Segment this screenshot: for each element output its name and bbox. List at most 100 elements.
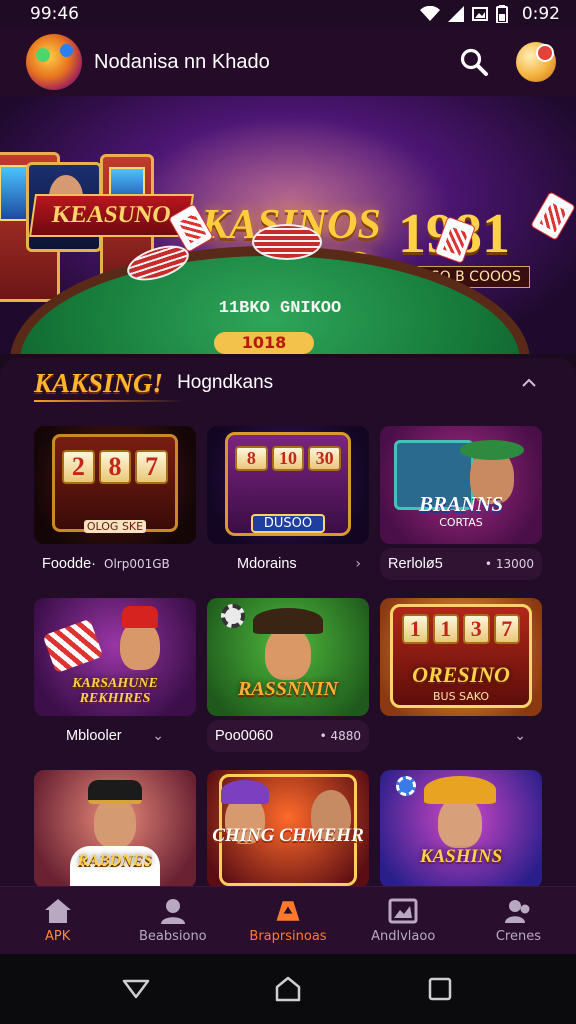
game-name: Poo0060 — [215, 728, 274, 744]
slot-reel: 3 — [463, 614, 490, 644]
nav-label: Crenes — [495, 929, 541, 944]
game-card[interactable]: RASSNNIN Poo0060 • 4880 — [207, 598, 369, 752]
home-icon — [44, 899, 71, 923]
section-more-button[interactable] — [518, 371, 542, 395]
status-icons: 0:92 — [419, 4, 560, 24]
game-name: Rerlolø5 — [388, 556, 443, 572]
game-grid: 2 8 7 OLOG SKE Foodde· Olrp001GB 8 10 30… — [0, 408, 576, 886]
slot-reel: 2 — [62, 450, 95, 484]
game-value: Olrp001GB — [104, 557, 170, 571]
signal-icon — [447, 6, 464, 22]
people-icon — [505, 900, 530, 923]
game-meta: Mdorains › — [207, 548, 369, 580]
battery-icon — [495, 5, 508, 23]
game-thumbnail[interactable]: KASHINS — [380, 770, 542, 886]
thumbnail-subtitle: BUS SAKO — [432, 690, 490, 703]
search-button[interactable] — [454, 42, 494, 82]
thumbnail-title: CHING CHMEHR — [212, 825, 364, 846]
game-card[interactable]: RABDNES — [34, 770, 196, 886]
game-thumbnail[interactable]: RASSNNIN — [207, 598, 369, 716]
game-name: Mdorains — [237, 556, 297, 572]
character-hat — [221, 780, 269, 804]
game-meta: ⌄ — [380, 720, 542, 752]
app-header: Nodanisa nn Khado — [0, 28, 576, 96]
game-card[interactable]: 8 10 30 DUSOO Mdorains › — [207, 426, 369, 580]
home-button[interactable] — [268, 969, 308, 1009]
thumbnail-title: ORESINO — [412, 662, 510, 687]
thumbnail-title: BRANNS — [418, 492, 504, 516]
thumbnail-subtitle: CORTAS — [439, 516, 483, 529]
nav-item-home[interactable]: APK — [0, 887, 115, 954]
game-name: Foodde· — [42, 556, 97, 572]
status-time-left: 99:46 — [30, 4, 79, 24]
game-card[interactable]: KARSAHUNE REKHIRES Mblooler ⌄ — [34, 598, 196, 752]
home-outline-icon — [275, 976, 301, 1002]
character-hat — [253, 608, 323, 634]
character-hat — [88, 780, 142, 804]
game-thumbnail[interactable]: KARSAHUNE REKHIRES — [34, 598, 196, 716]
square-icon — [428, 977, 452, 1001]
game-card[interactable]: BRANNS CORTAS Rerlolø5 • 13000 — [380, 426, 542, 580]
poker-chip — [221, 604, 245, 628]
game-thumbnail[interactable]: 8 10 30 DUSOO — [207, 426, 369, 544]
slot-reel: 1 — [432, 614, 459, 644]
nav-item-media[interactable]: Andlvlaoo — [346, 887, 461, 954]
recents-button[interactable] — [420, 969, 460, 1009]
thumbnail-title: KARSAHUNE REKHIRES — [72, 676, 158, 706]
nav-label: Beabsiono — [138, 929, 207, 944]
game-thumbnail[interactable]: CHING CHMEHR — [207, 770, 369, 886]
chevron-right-icon[interactable]: › — [355, 556, 361, 572]
game-meta: Rerlolø5 • 13000 — [380, 548, 542, 580]
game-thumbnail[interactable]: 2 8 7 OLOG SKE — [34, 426, 196, 544]
section-subtitle: Hogndkans — [177, 372, 274, 393]
hero-banner[interactable]: KEASUNO KASINOS MASIZO 1981 EN SO B COOO… — [0, 96, 576, 354]
game-thumbnail[interactable]: RABDNES — [34, 770, 196, 886]
chevron-up-icon — [522, 378, 536, 387]
nav-item-casino[interactable]: Braprsinoas — [230, 887, 345, 954]
profile-avatar[interactable] — [516, 42, 556, 82]
game-name: Mblooler — [66, 728, 122, 744]
slot-reel: 8 — [98, 450, 132, 484]
game-thumbnail[interactable]: 1 1 3 7 ORESINO BUS SAKO — [380, 598, 542, 716]
app-title: Nodanisa nn Khado — [94, 50, 270, 73]
chevron-down-icon[interactable]: ⌄ — [152, 728, 164, 744]
card-fan — [42, 618, 104, 674]
playing-card — [530, 191, 576, 241]
game-value: • 4880 — [319, 729, 361, 743]
section-title: KAKSING! — [34, 367, 164, 398]
table-number: 1018 — [214, 332, 314, 354]
back-button[interactable] — [116, 969, 156, 1009]
character-hat — [460, 440, 524, 460]
slot-reel: 7 — [493, 614, 520, 644]
game-card[interactable]: 1 1 3 7 ORESINO BUS SAKO ⌄ — [380, 598, 542, 752]
character-figure — [265, 626, 311, 680]
slot-reel: 10 — [271, 446, 305, 471]
game-value: • 13000 — [484, 557, 534, 571]
chip-stack — [252, 224, 322, 260]
game-thumbnail[interactable]: BRANNS CORTAS — [380, 426, 542, 544]
game-meta: Mblooler ⌄ — [34, 720, 196, 752]
status-time-right: 0:92 — [521, 4, 560, 24]
game-card[interactable]: CHING CHMEHR — [207, 770, 369, 886]
game-card[interactable]: 2 8 7 OLOG SKE Foodde· Olrp001GB — [34, 426, 196, 580]
user-icon — [160, 899, 185, 924]
system-nav — [0, 954, 576, 1024]
game-meta: Poo0060 • 4880 — [207, 720, 369, 752]
game-card[interactable]: KASHINS — [380, 770, 542, 886]
nav-item-friends[interactable]: Crenes — [461, 887, 576, 954]
slot-reel: 8 — [235, 446, 268, 471]
character-hat — [122, 606, 158, 628]
status-bar: 99:46 0:92 — [0, 0, 576, 28]
slot-reel: 1 — [402, 614, 429, 644]
section-underline — [34, 400, 184, 402]
nav-label: Andlvlaoo — [371, 929, 436, 944]
image-icon — [388, 898, 418, 924]
game-meta: Foodde· Olrp001GB — [34, 548, 196, 580]
app-logo[interactable] — [26, 34, 82, 90]
nav-label: APK — [44, 929, 71, 944]
thumbnail-title: RABDNES — [77, 852, 153, 869]
casino-icon — [276, 901, 300, 921]
chevron-down-icon[interactable]: ⌄ — [514, 728, 526, 744]
nav-item-profile[interactable]: Beabsiono — [115, 887, 230, 954]
nav-label: Braprsinoas — [249, 929, 327, 944]
